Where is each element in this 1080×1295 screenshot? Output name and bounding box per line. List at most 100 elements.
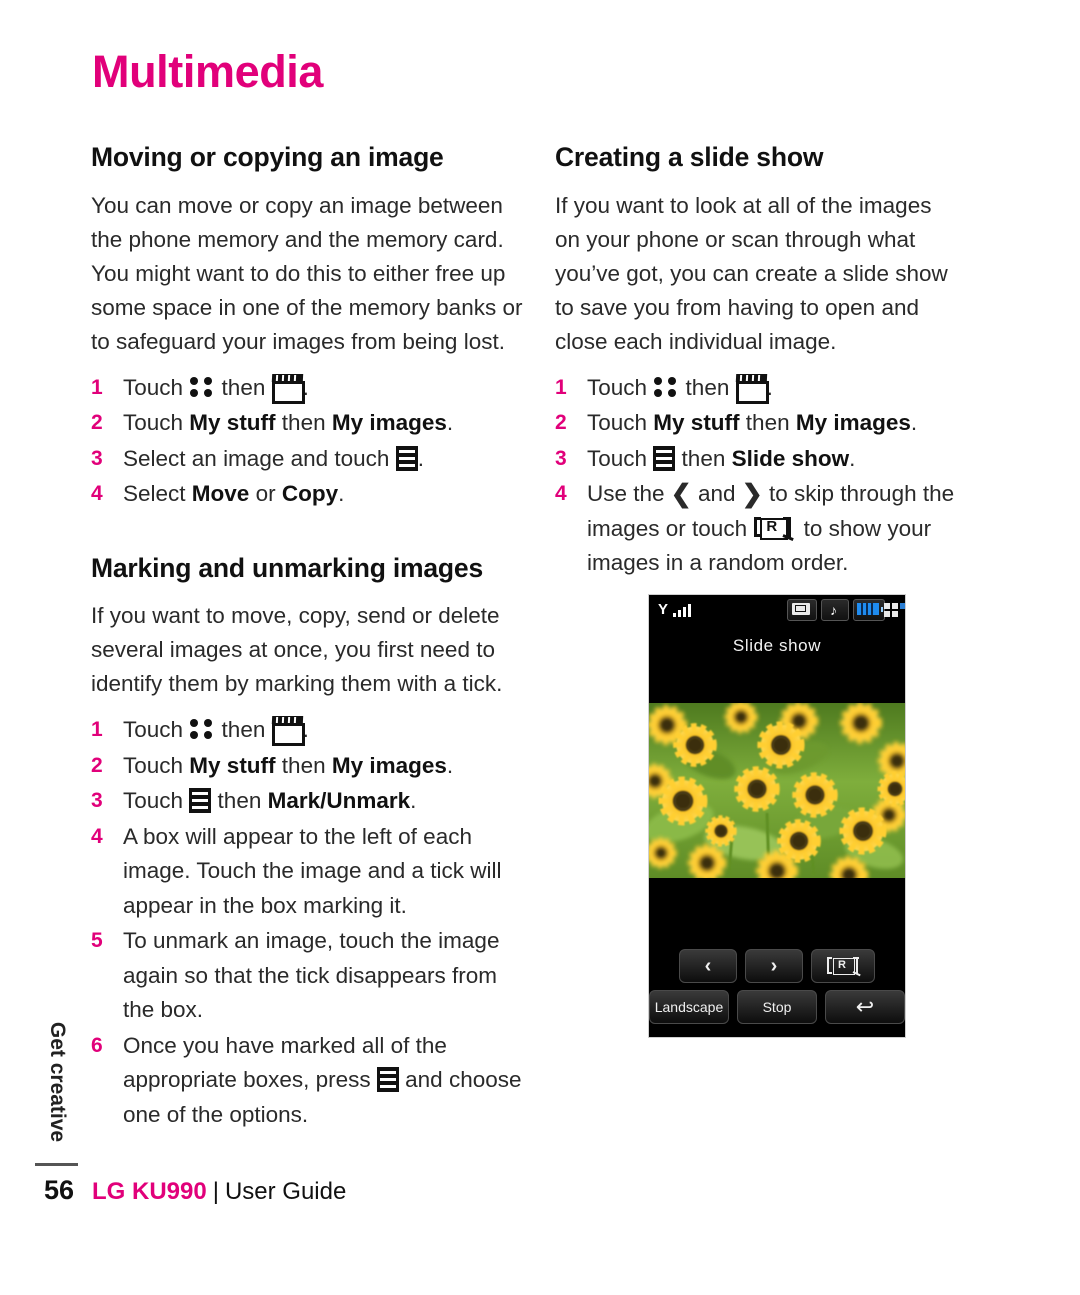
list-item: 2 Touch My stuff then My images.: [91, 749, 531, 784]
step-text: then: [275, 410, 332, 436]
step-text: Touch: [123, 752, 190, 778]
step-text: .: [849, 445, 856, 471]
list-item: 1 Touch then .: [91, 713, 531, 748]
phone-screenshot: Y ♪ Slide show ‹ › R Landscape Stop ↩: [648, 594, 906, 1038]
step-number: 3: [91, 446, 103, 470]
step-text: then: [675, 445, 732, 471]
random-button[interactable]: R: [811, 949, 875, 983]
phone-controls-row-1: ‹ › R: [649, 949, 905, 983]
footer-divider: [35, 1163, 78, 1166]
step-text: Use the: [587, 481, 671, 507]
chevron-left-icon: ‹: [704, 955, 712, 977]
stop-button-label: Stop: [762, 999, 792, 1015]
phone-status-bar: Y ♪: [649, 595, 905, 625]
menu-grid-icon: [882, 599, 905, 619]
list-item: 6 Once you have marked all of the appropr…: [91, 1029, 531, 1133]
random-r-icon: R: [753, 516, 797, 541]
step-text: .: [417, 445, 424, 471]
list-item: 3 Select an image and touch .: [91, 442, 531, 477]
step-emphasis: My stuff: [189, 752, 276, 778]
step-text: A box will appear to the left of each im…: [123, 823, 502, 918]
step-text: To unmark an image, touch the image agai…: [123, 928, 500, 1023]
step-text: .: [446, 752, 454, 778]
step-emphasis: Slide show: [731, 445, 850, 471]
right-column: Creating a slide show If you want to loo…: [555, 142, 960, 582]
section-paragraph-marking-unmarking: If you want to move, copy, send or delet…: [91, 603, 503, 697]
previous-button[interactable]: ‹: [679, 949, 737, 983]
list-item: 1 Touch then .: [91, 371, 531, 406]
step-text: Touch: [587, 374, 654, 400]
chevron-right-icon: ›: [770, 955, 778, 977]
step-emphasis: Mark/Unmark: [267, 788, 411, 814]
step-text: then: [739, 410, 796, 436]
step-number: 6: [91, 1033, 103, 1057]
multimedia-clapperboard-icon: [271, 716, 305, 747]
step-text: Touch: [123, 788, 190, 814]
step-text: Touch: [123, 374, 190, 400]
options-list-icon: [376, 1067, 399, 1093]
step-number: 3: [555, 446, 567, 470]
step-emphasis: Copy: [281, 481, 339, 507]
step-text: then: [215, 374, 272, 400]
section-paragraph-moving-copying: You can move or copy an image between th…: [91, 192, 523, 354]
list-item: 4 A box will appear to the left of each i…: [91, 820, 531, 924]
steps-creating-slide-show: 1 Touch then . 2 Touch My stuff then My im…: [555, 371, 960, 581]
stop-button[interactable]: Stop: [737, 990, 817, 1024]
step-number: 1: [555, 375, 567, 399]
step-emphasis: My images: [331, 752, 447, 778]
list-item: 3 Touch then Slide show.: [555, 442, 960, 477]
main-menu-dots-icon: [653, 376, 679, 398]
steps-moving-copying: 1 Touch then . 2 Touch My stuff then My im…: [91, 371, 531, 512]
footer-text: LG KU990 | User Guide: [92, 1180, 346, 1204]
side-tab-get-creative: Get creative: [41, 1007, 73, 1157]
phone-screen-title: Slide show: [732, 636, 822, 655]
section-heading-creating-slide-show: Creating a slide show: [555, 142, 824, 172]
step-number: 4: [91, 482, 103, 506]
back-arrow-icon: ↩: [855, 994, 875, 1019]
main-menu-dots-icon: [189, 376, 215, 398]
sound-icon: ♪: [821, 599, 849, 621]
step-text: or: [249, 481, 282, 507]
step-text: .: [338, 481, 345, 507]
landscape-button-label: Landscape: [654, 999, 724, 1015]
side-tab-label: Get creative: [46, 1021, 69, 1143]
signal-icon: Y: [658, 601, 692, 619]
step-number: 2: [555, 411, 567, 435]
step-number: 2: [91, 411, 103, 435]
section-heading-moving-copying: Moving or copying an image: [91, 142, 444, 172]
landscape-button[interactable]: Landscape: [649, 990, 729, 1024]
multimedia-clapperboard-icon: [735, 373, 769, 404]
step-text: then: [211, 788, 268, 814]
back-button[interactable]: ↩: [825, 990, 905, 1024]
steps-marking-unmarking: 1 Touch then . 2 Touch My stuff then My im…: [91, 713, 531, 1132]
step-text: Touch: [587, 410, 654, 436]
step-text: Touch: [123, 410, 190, 436]
step-text: then: [679, 374, 736, 400]
list-item: 4 Select Move or Copy.: [91, 477, 531, 512]
options-list-icon: [395, 445, 418, 471]
step-number: 3: [91, 789, 103, 813]
manual-page: Multimedia Moving or copying an image Yo…: [0, 0, 1080, 1295]
section-heading-marking-unmarking: Marking and unmarking images: [91, 552, 483, 583]
chapter-title: Multimedia: [92, 46, 324, 97]
footer-brand: LG KU990: [92, 1178, 207, 1205]
next-button[interactable]: ›: [745, 949, 803, 983]
page-number: 56: [44, 1175, 75, 1205]
step-number: 4: [555, 482, 567, 506]
random-r-icon: R: [826, 957, 861, 977]
chevron-right-icon: ❯: [741, 480, 763, 509]
step-number: 1: [91, 718, 103, 742]
battery-icon: [853, 599, 885, 621]
main-menu-dots-icon: [189, 718, 215, 740]
step-text: Select an image and touch: [123, 445, 396, 471]
chevron-left-icon: ❮: [670, 480, 692, 509]
footer-guide-label: User Guide: [224, 1178, 347, 1205]
step-emphasis: My stuff: [653, 410, 740, 436]
step-text: Select: [123, 481, 192, 507]
step-number: 2: [91, 753, 103, 777]
list-item: 2 Touch My stuff then My images.: [555, 406, 960, 441]
step-text: then: [275, 752, 332, 778]
step-text: .: [410, 788, 417, 814]
options-list-icon: [653, 445, 676, 471]
step-text: Touch: [587, 445, 654, 471]
